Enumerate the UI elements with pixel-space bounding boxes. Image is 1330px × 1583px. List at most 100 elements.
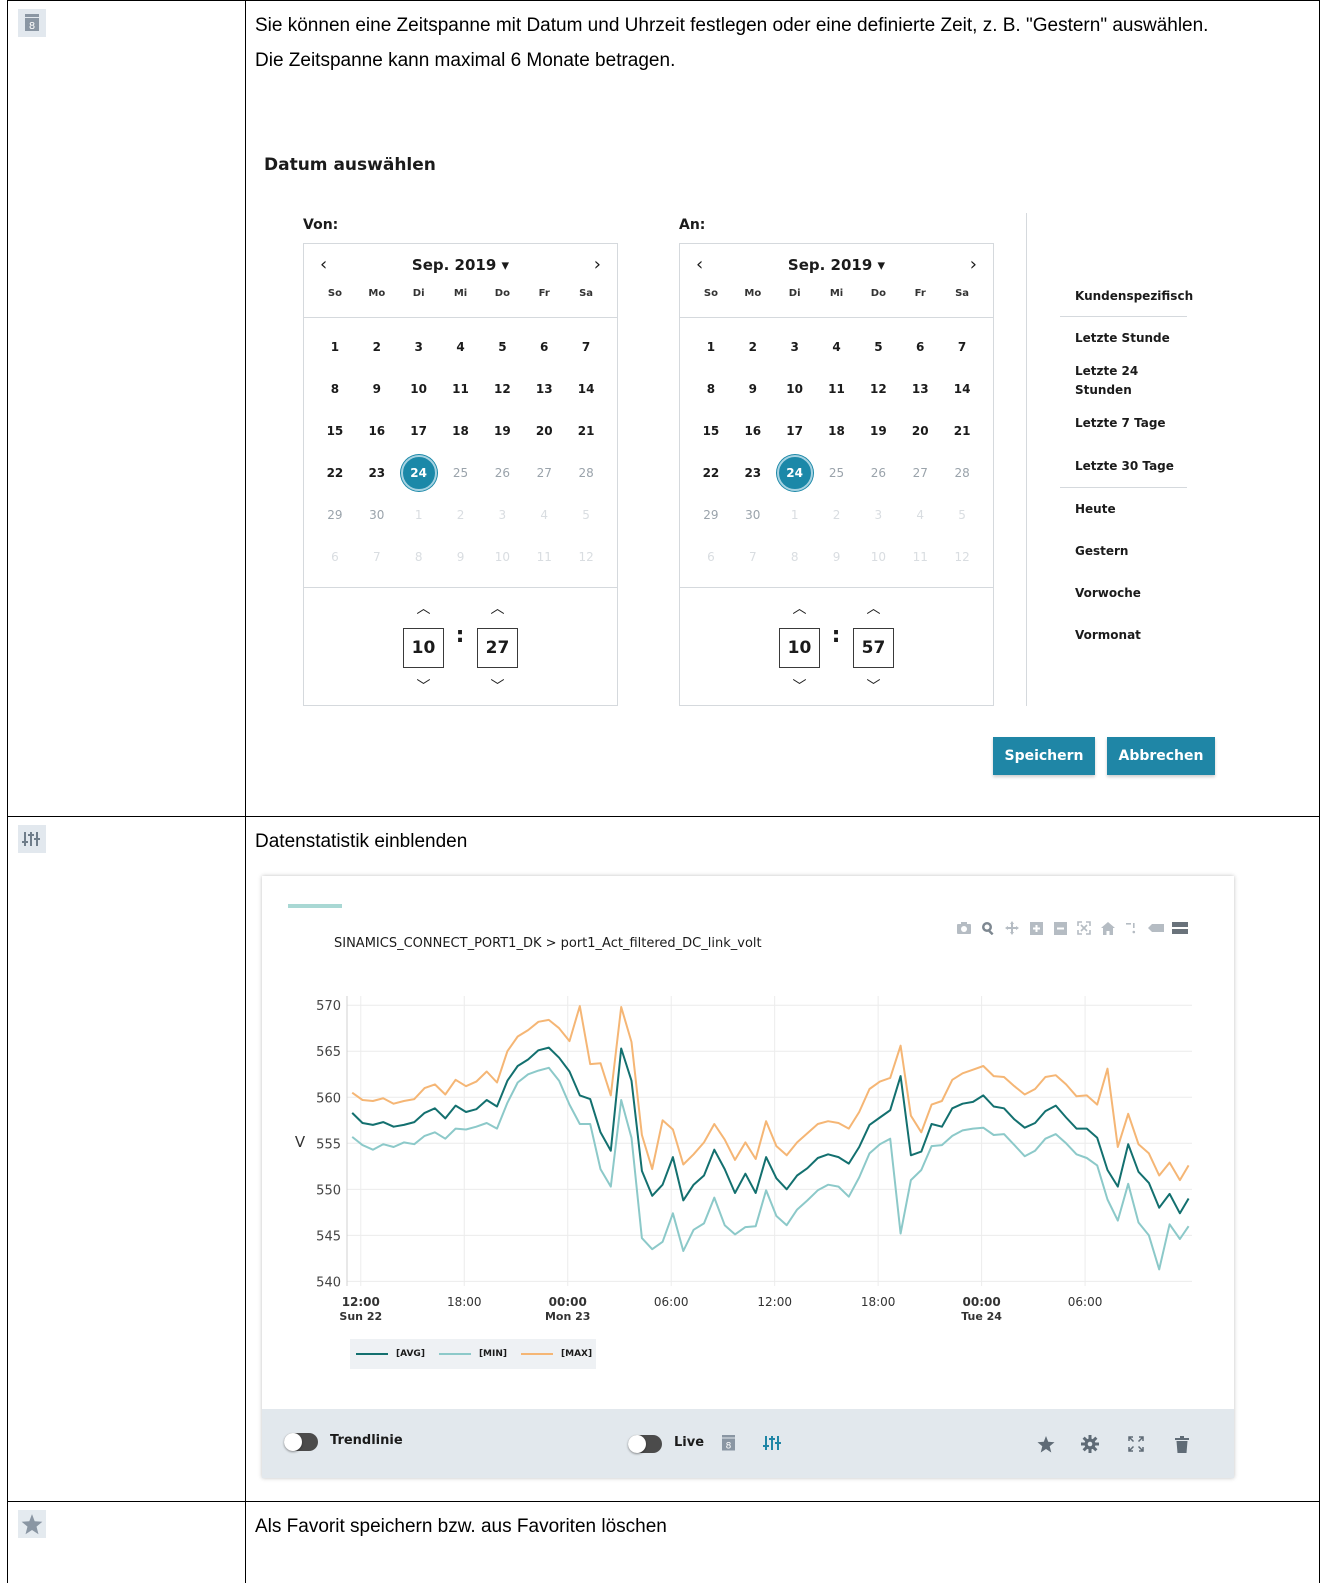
calendar-day[interactable]: 15: [690, 412, 732, 450]
calendar-day[interactable]: 11: [816, 370, 858, 408]
calendar-day[interactable]: 5: [857, 328, 899, 366]
minute-up-button[interactable]: ︿: [853, 598, 894, 618]
hover-compare-icon[interactable]: [1171, 920, 1189, 936]
calendar-day[interactable]: 19: [857, 412, 899, 450]
live-toggle[interactable]: [628, 1435, 662, 1453]
calendar-day[interactable]: 2: [440, 496, 482, 534]
calendar-day[interactable]: 9: [440, 538, 482, 576]
calendar-day[interactable]: 13: [899, 370, 941, 408]
minute-up-button[interactable]: ︿: [477, 598, 518, 618]
calendar-day[interactable]: 4: [523, 496, 565, 534]
calendar-day[interactable]: 22: [314, 454, 356, 492]
calendar-day[interactable]: 23: [732, 454, 774, 492]
calendar-day[interactable]: 17: [774, 412, 816, 450]
calendar-day[interactable]: 3: [398, 328, 440, 366]
calendar-day[interactable]: 2: [356, 328, 398, 366]
legend-item-min[interactable]: [MIN]: [438, 1349, 507, 1359]
calendar-day[interactable]: 26: [857, 454, 899, 492]
hour-input[interactable]: 10: [403, 628, 444, 668]
calendar-day[interactable]: 25: [816, 454, 858, 492]
next-month-button[interactable]: ›: [594, 254, 601, 275]
calendar-icon[interactable]: 8: [718, 1433, 738, 1453]
preset-today[interactable]: Heute: [1075, 500, 1116, 519]
zoom-out-icon[interactable]: [1051, 920, 1069, 936]
calendar-day[interactable]: 6: [899, 328, 941, 366]
hour-down-button[interactable]: ﹀: [779, 676, 820, 696]
calendar-day[interactable]: 9: [732, 370, 774, 408]
calendar-day[interactable]: 7: [565, 328, 607, 366]
preset-last-30d[interactable]: Letzte 30 Tage: [1075, 457, 1174, 476]
calendar-day[interactable]: 15: [314, 412, 356, 450]
calendar-day[interactable]: 5: [565, 496, 607, 534]
calendar-day[interactable]: 9: [356, 370, 398, 408]
calendar-day[interactable]: 7: [732, 538, 774, 576]
pan-icon[interactable]: [1003, 920, 1021, 936]
minute-input[interactable]: 27: [477, 628, 518, 668]
calendar-day[interactable]: 24: [774, 454, 816, 492]
calendar-day[interactable]: 27: [899, 454, 941, 492]
calendar-day[interactable]: 4: [899, 496, 941, 534]
calendar-day[interactable]: 20: [523, 412, 565, 450]
autoscale-icon[interactable]: [1075, 920, 1093, 936]
calendar-day[interactable]: 29: [314, 496, 356, 534]
calendar-day[interactable]: 3: [857, 496, 899, 534]
calendar-day[interactable]: 14: [941, 370, 983, 408]
spike-lines-icon[interactable]: [1123, 920, 1141, 936]
calendar-day[interactable]: 12: [941, 538, 983, 576]
month-select[interactable]: Sep. 2019 ▾: [680, 256, 993, 274]
calendar-day[interactable]: 23: [356, 454, 398, 492]
calendar-day[interactable]: 11: [523, 538, 565, 576]
hour-down-button[interactable]: ﹀: [403, 676, 444, 696]
calendar-day[interactable]: 11: [440, 370, 482, 408]
calendar-day[interactable]: 3: [481, 496, 523, 534]
calendar-day[interactable]: 28: [941, 454, 983, 492]
calendar-day[interactable]: 5: [481, 328, 523, 366]
calendar-day[interactable]: 7: [356, 538, 398, 576]
cancel-button[interactable]: Abbrechen: [1107, 737, 1215, 775]
preset-last-7d[interactable]: Letzte 7 Tage: [1075, 414, 1166, 433]
calendar-day[interactable]: 1: [690, 328, 732, 366]
calendar-day[interactable]: 14: [565, 370, 607, 408]
minute-down-button[interactable]: ﹀: [853, 676, 894, 696]
calendar-day[interactable]: 2: [732, 328, 774, 366]
calendar-day[interactable]: 1: [774, 496, 816, 534]
calendar-day[interactable]: 5: [941, 496, 983, 534]
sliders-icon[interactable]: [762, 1433, 782, 1453]
trendline-toggle[interactable]: [284, 1433, 318, 1451]
minute-input[interactable]: 57: [853, 628, 894, 668]
calendar-day[interactable]: 17: [398, 412, 440, 450]
calendar-day[interactable]: 20: [899, 412, 941, 450]
save-button[interactable]: Speichern: [993, 737, 1095, 775]
calendar-day[interactable]: 4: [816, 328, 858, 366]
calendar-day[interactable]: 27: [523, 454, 565, 492]
home-icon[interactable]: [1099, 920, 1117, 936]
camera-icon[interactable]: [955, 920, 973, 936]
legend-item-max[interactable]: [MAX]: [521, 1349, 592, 1359]
calendar-day[interactable]: 26: [481, 454, 523, 492]
zoom-in-icon[interactable]: [1027, 920, 1045, 936]
preset-custom[interactable]: Kundenspezifisch: [1075, 287, 1193, 306]
calendar-day[interactable]: 10: [481, 538, 523, 576]
hour-input[interactable]: 10: [779, 628, 820, 668]
preset-last-hour[interactable]: Letzte Stunde: [1075, 329, 1170, 348]
calendar-day[interactable]: 12: [565, 538, 607, 576]
calendar-day[interactable]: 25: [440, 454, 482, 492]
calendar-day[interactable]: 29: [690, 496, 732, 534]
calendar-day[interactable]: 24: [398, 454, 440, 492]
preset-yesterday[interactable]: Gestern: [1075, 542, 1128, 561]
preset-last-24h[interactable]: Letzte 24 Stunden: [1075, 362, 1145, 400]
month-select[interactable]: Sep. 2019 ▾: [304, 256, 617, 274]
gear-icon[interactable]: [1080, 1434, 1100, 1454]
calendar-day[interactable]: 2: [816, 496, 858, 534]
star-icon[interactable]: [1036, 1434, 1056, 1454]
calendar-day[interactable]: 9: [816, 538, 858, 576]
selected-day[interactable]: 24: [776, 455, 813, 491]
hover-closest-icon[interactable]: [1147, 920, 1165, 936]
calendar-day[interactable]: 1: [314, 328, 356, 366]
calendar-day[interactable]: 10: [398, 370, 440, 408]
next-month-button[interactable]: ›: [970, 254, 977, 275]
calendar-day[interactable]: 12: [481, 370, 523, 408]
calendar-day[interactable]: 30: [732, 496, 774, 534]
calendar-day[interactable]: 7: [941, 328, 983, 366]
preset-last-month[interactable]: Vormonat: [1075, 626, 1141, 645]
